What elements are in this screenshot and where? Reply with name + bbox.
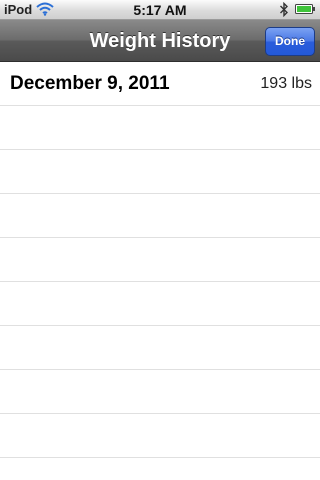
weight-entry-row[interactable]: December 9, 2011 193 lbs [0, 62, 320, 106]
battery-icon [295, 4, 315, 14]
done-button[interactable]: Done [265, 27, 315, 56]
navigation-bar: Weight History Done [0, 20, 320, 62]
weight-history-list[interactable]: December 9, 2011 193 lbs [0, 62, 320, 480]
entry-date: December 9, 2011 [10, 73, 170, 94]
status-time: 5:17 AM [133, 2, 187, 18]
entry-weight: 193 lbs [260, 75, 312, 92]
status-bar: iPod 5:17 AM [0, 0, 320, 20]
bluetooth-icon [280, 2, 288, 17]
page-title: Weight History [89, 30, 231, 52]
